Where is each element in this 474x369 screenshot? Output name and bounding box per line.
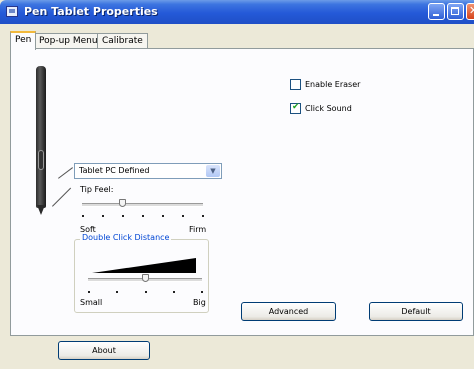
tab-calibrate[interactable]: Calibrate <box>97 33 148 49</box>
double-click-max-label: Big <box>193 298 206 307</box>
tab-pen[interactable]: Pen <box>10 31 37 50</box>
checkmark-icon: ✔ <box>292 102 300 112</box>
tip-feel-max-label: Firm <box>189 225 207 234</box>
enable-eraser-checkbox[interactable] <box>290 79 301 90</box>
double-click-distance-legend: Double Click Distance <box>80 233 172 242</box>
double-click-tick <box>116 291 119 293</box>
click-sound-label: Click Sound <box>305 104 352 113</box>
minimize-button[interactable] <box>428 3 445 20</box>
double-click-tick <box>144 291 147 293</box>
enable-eraser-label: Enable Eraser <box>305 80 361 89</box>
maximize-button[interactable] <box>447 3 464 20</box>
close-button[interactable] <box>466 3 474 20</box>
side-switch-value: Tablet PC Defined <box>79 166 150 175</box>
pen-tablet-properties-window: Pen Tablet Properties Pen Pop-up Menu Ca… <box>0 0 474 369</box>
double-click-thumb[interactable] <box>141 274 149 282</box>
title-bar[interactable]: Pen Tablet Properties <box>0 0 474 24</box>
chevron-down-icon[interactable]: ▼ <box>206 165 220 177</box>
tip-feel-tick <box>102 215 104 217</box>
tip-feel-track <box>82 203 203 207</box>
tab-popup-menu[interactable]: Pop-up Menu <box>34 33 103 49</box>
tablet-icon <box>6 6 18 17</box>
double-click-tick <box>88 291 90 293</box>
pen-illustration <box>36 66 46 208</box>
tip-feel-tick <box>122 215 124 217</box>
pen-tip <box>37 205 45 215</box>
double-click-tick <box>172 291 175 293</box>
tip-feel-label: Tip Feel: <box>80 185 114 194</box>
tip-feel-tick <box>182 215 184 217</box>
tip-feel-tick <box>82 215 84 217</box>
tip-feel-tick <box>162 215 164 217</box>
tip-feel-tick <box>202 215 204 217</box>
double-click-tick <box>201 291 203 293</box>
tip-feel-tick <box>142 215 144 217</box>
advanced-button[interactable]: Advanced <box>241 302 336 321</box>
side-switch-dropdown[interactable]: Tablet PC Defined ▼ <box>74 163 222 179</box>
tip-feel-thumb[interactable] <box>118 199 126 207</box>
window-title: Pen Tablet Properties <box>24 5 158 18</box>
double-click-min-label: Small <box>80 298 103 307</box>
click-sound-checkbox[interactable]: ✔ <box>290 102 301 114</box>
about-button[interactable]: About <box>58 341 150 360</box>
pen-side-switch <box>38 150 44 170</box>
default-button[interactable]: Default <box>369 302 463 321</box>
